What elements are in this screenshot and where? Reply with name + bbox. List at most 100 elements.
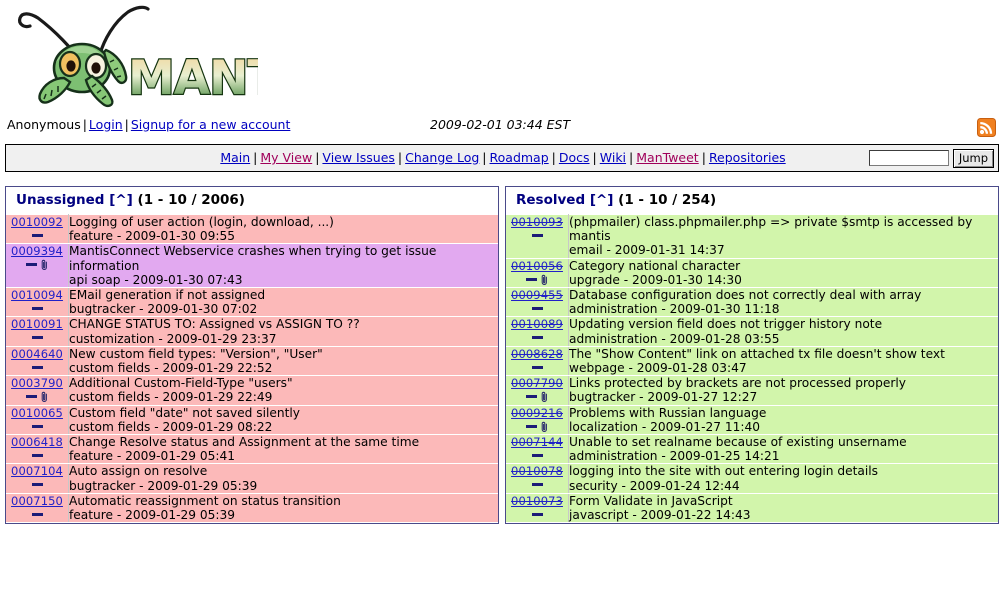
mantis-logo[interactable]: MANTIS bbox=[8, 2, 258, 110]
nav-separator: | bbox=[250, 150, 260, 165]
panel-row-count: (1 - 10 / 254) bbox=[613, 192, 716, 208]
priority-none-icon bbox=[526, 278, 537, 281]
issue-id-cell: 0006418 bbox=[6, 435, 69, 464]
panel-collapse-toggle[interactable]: [^] bbox=[109, 192, 133, 208]
issue-icons bbox=[6, 509, 68, 522]
issue-id-link[interactable]: 0010091 bbox=[11, 317, 63, 331]
issue-id-link[interactable]: 0010092 bbox=[11, 215, 63, 229]
issue-id-cell: 0003790 bbox=[6, 376, 69, 405]
issue-row[interactable]: 0009216 Problems with Russian languageloc… bbox=[506, 405, 998, 434]
issue-id-cell: 0010094 bbox=[6, 288, 69, 317]
issue-id-link[interactable]: 0003790 bbox=[11, 376, 63, 390]
rss-feed-icon[interactable] bbox=[977, 118, 996, 137]
nav-item-wiki[interactable]: Wiki bbox=[600, 150, 626, 165]
issue-icons bbox=[6, 362, 68, 375]
issue-row[interactable]: 0010091CHANGE STATUS TO: Assigned vs ASS… bbox=[6, 317, 498, 346]
issue-category-and-date: bugtracker - 2009-01-29 05:39 bbox=[69, 479, 498, 493]
issue-id-cell: 0010093 bbox=[506, 215, 569, 259]
issue-row[interactable]: 0008628The "Show Content" link on attach… bbox=[506, 346, 998, 375]
issue-row[interactable]: 0007790Links protected by brackets are n… bbox=[506, 376, 998, 405]
issue-id-link[interactable]: 0007144 bbox=[511, 435, 563, 449]
issue-icons bbox=[6, 479, 68, 492]
issue-row[interactable]: 0010065Custom field "date" not saved sil… bbox=[6, 405, 498, 434]
issue-row[interactable]: 0010092Logging of user action (login, do… bbox=[6, 215, 498, 244]
issue-id-cell: 0010073 bbox=[506, 493, 569, 522]
issue-category-and-date: bugtracker - 2009-01-27 12:27 bbox=[569, 390, 998, 404]
issue-row[interactable]: 0010093 (phpmailer) class.phpmailer.php =… bbox=[506, 215, 998, 259]
issue-id-link[interactable]: 0010073 bbox=[511, 494, 563, 508]
nav-item-main[interactable]: Main bbox=[220, 150, 250, 165]
nav-item-my-view[interactable]: My View bbox=[260, 150, 312, 165]
issue-summary: EMail generation if not assigned bbox=[69, 288, 498, 302]
issue-id-link[interactable]: 0006418 bbox=[11, 435, 63, 449]
nav-item-docs[interactable]: Docs bbox=[559, 150, 590, 165]
nav-item-roadmap[interactable]: Roadmap bbox=[490, 150, 549, 165]
nav-separator: | bbox=[590, 150, 600, 165]
issue-row[interactable]: 0004640New custom field types: "Version"… bbox=[6, 346, 498, 375]
issue-summary: (phpmailer) class.phpmailer.php => priva… bbox=[569, 215, 998, 243]
panel-collapse-toggle[interactable]: [^] bbox=[590, 192, 614, 208]
issue-category-and-date: administration - 2009-01-28 03:55 bbox=[569, 332, 998, 346]
issue-row[interactable]: 0007104Auto assign on resolvebugtracker … bbox=[6, 464, 498, 493]
issue-id-link[interactable]: 0009216 bbox=[511, 406, 563, 420]
issue-id-link[interactable]: 0007790 bbox=[511, 376, 563, 390]
issue-id-cell: 0007150 bbox=[6, 493, 69, 522]
attachment-paperclip-icon bbox=[540, 421, 549, 433]
nav-item-view-issues[interactable]: View Issues bbox=[322, 150, 394, 165]
issue-category-and-date: api soap - 2009-01-30 07:43 bbox=[69, 273, 498, 287]
issue-icons bbox=[506, 274, 568, 287]
issue-row[interactable]: 0010089Updating version field does not t… bbox=[506, 317, 998, 346]
issue-id-link[interactable]: 0007104 bbox=[11, 464, 63, 478]
issue-description-cell: Additional Custom-Field-Type "users"cust… bbox=[69, 376, 499, 405]
issue-icons bbox=[506, 479, 568, 492]
priority-none-icon bbox=[526, 395, 537, 398]
issue-category-and-date: administration - 2009-01-30 11:18 bbox=[569, 302, 998, 316]
signup-link[interactable]: Signup for a new account bbox=[131, 117, 291, 132]
issue-id-cell: 0008628 bbox=[506, 346, 569, 375]
issue-icons bbox=[506, 230, 568, 243]
issue-row[interactable]: 0007144 Unable to set realname because of… bbox=[506, 435, 998, 464]
issue-id-cell: 0007104 bbox=[6, 464, 69, 493]
issue-row[interactable]: 0003790 Additional Custom-Field-Type "use… bbox=[6, 376, 498, 405]
nav-item-mantweet[interactable]: ManTweet bbox=[636, 150, 698, 165]
issue-description-cell: Problems with Russian languagelocalizati… bbox=[569, 405, 999, 434]
issue-id-link[interactable]: 0010078 bbox=[511, 464, 563, 478]
issue-row[interactable]: 0009455Database configuration does not c… bbox=[506, 288, 998, 317]
issue-category-and-date: email - 2009-01-31 14:37 bbox=[569, 243, 998, 257]
issue-category-and-date: feature - 2009-01-29 05:41 bbox=[69, 449, 498, 463]
jump-issue-input[interactable] bbox=[869, 150, 949, 166]
panel-title-unassigned: Unassigned [^] (1 - 10 / 2006) bbox=[6, 187, 498, 214]
issue-id-link[interactable]: 0010056 bbox=[511, 259, 563, 273]
issue-id-link[interactable]: 0009455 bbox=[511, 288, 563, 302]
priority-none-icon bbox=[532, 483, 543, 486]
attachment-paperclip-icon bbox=[40, 259, 49, 271]
issue-row[interactable]: 0010094EMail generation if not assignedb… bbox=[6, 288, 498, 317]
nav-item-change-log[interactable]: Change Log bbox=[405, 150, 479, 165]
issue-id-link[interactable]: 0008628 bbox=[511, 347, 563, 361]
issue-category-and-date: feature - 2009-01-30 09:55 bbox=[69, 229, 498, 243]
issue-id-link[interactable]: 0010093 bbox=[511, 215, 563, 229]
issue-row[interactable]: 0010056Category national characterupgrad… bbox=[506, 258, 998, 287]
issue-row[interactable]: 0010073 Form Validate in JavaScriptjavasc… bbox=[506, 493, 998, 522]
issue-description-cell: Unable to set realname because of existi… bbox=[569, 435, 999, 464]
issue-row[interactable]: 0006418Change Resolve status and Assignm… bbox=[6, 435, 498, 464]
nav-item-repositories[interactable]: Repositories bbox=[709, 150, 786, 165]
jump-button[interactable]: Jump bbox=[953, 149, 994, 168]
issue-id-link[interactable]: 0004640 bbox=[11, 347, 63, 361]
issue-icons bbox=[6, 303, 68, 316]
issue-id-link[interactable]: 0010089 bbox=[511, 317, 563, 331]
issue-category-and-date: upgrade - 2009-01-30 14:30 bbox=[569, 273, 998, 287]
issue-row[interactable]: 0007150Automatic reassignment on status … bbox=[6, 493, 498, 522]
issue-id-link[interactable]: 0010065 bbox=[11, 406, 63, 420]
priority-none-icon bbox=[32, 513, 43, 516]
attachment-paperclip-glyph bbox=[540, 421, 549, 433]
priority-none-icon bbox=[32, 454, 43, 457]
issue-id-link[interactable]: 0007150 bbox=[11, 494, 63, 508]
issue-icons bbox=[506, 332, 568, 345]
issue-description-cell: Form Validate in JavaScriptjavascript - … bbox=[569, 493, 999, 522]
issue-row[interactable]: 0010078logging into the site with out en… bbox=[506, 464, 998, 493]
issue-row[interactable]: 0009394MantisConnect Webservice crashes … bbox=[6, 244, 498, 288]
login-link[interactable]: Login bbox=[89, 117, 123, 132]
issue-id-link[interactable]: 0009394 bbox=[11, 244, 63, 258]
issue-id-link[interactable]: 0010094 bbox=[11, 288, 63, 302]
